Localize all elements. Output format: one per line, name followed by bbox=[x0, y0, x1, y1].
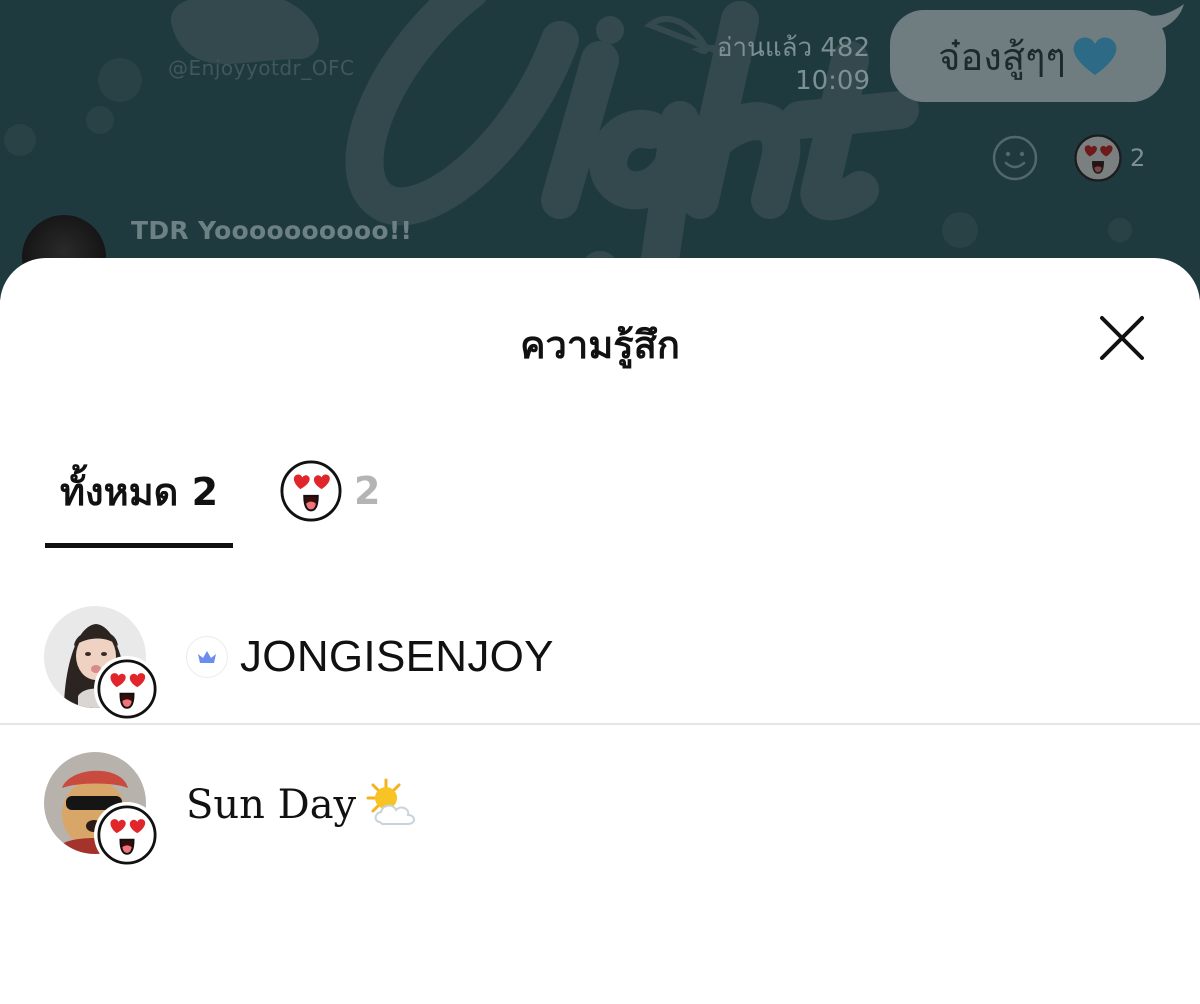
message-text: จ๋องสู้ๆๆ bbox=[938, 34, 1066, 79]
reaction-tabs: ทั้งหมด 2 2 bbox=[0, 433, 1200, 725]
read-status: อ่านแล้ว 482 bbox=[716, 33, 870, 63]
list-item[interactable]: Sun Day bbox=[0, 742, 1200, 868]
wallpaper-handle-text: @Enjoyyotdr_OFC bbox=[168, 56, 355, 80]
sender-name: TDR Yoooooooooo!! bbox=[131, 216, 413, 245]
blue-heart-icon bbox=[1072, 35, 1118, 77]
heart-eyes-face-icon bbox=[97, 805, 157, 865]
tab-all[interactable]: ทั้งหมด 2 bbox=[45, 433, 233, 549]
reaction-chip[interactable]: 2 bbox=[1074, 134, 1145, 182]
crown-icon bbox=[186, 636, 228, 678]
read-receipt: อ่านแล้ว 482 10:09 bbox=[717, 32, 870, 98]
add-reaction-icon[interactable] bbox=[992, 135, 1038, 181]
close-icon[interactable] bbox=[1094, 310, 1150, 366]
tabs-divider bbox=[0, 723, 1200, 725]
sun-behind-cloud-icon bbox=[366, 778, 415, 825]
active-tab-indicator bbox=[45, 543, 233, 548]
chat-background[interactable]: @Enjoyyotdr_OFC อ่านแล้ว 482 10:09 จ๋องส… bbox=[0, 0, 1200, 300]
tab-heart-eyes[interactable]: 2 bbox=[280, 433, 380, 549]
reactions-screen: @Enjoyyotdr_OFC อ่านแล้ว 482 10:09 จ๋องส… bbox=[0, 0, 1200, 1004]
heart-eyes-face-icon bbox=[1074, 134, 1122, 182]
reactions-sheet: ความรู้สึก ทั้งหมด 2 2 JONGISENJOY Sun D… bbox=[0, 258, 1200, 1004]
message-time: 10:09 bbox=[795, 66, 870, 96]
user-name: Sun Day bbox=[186, 782, 357, 828]
heart-eyes-face-icon bbox=[280, 460, 342, 522]
message-bubble[interactable]: จ๋องสู้ๆๆ bbox=[890, 10, 1166, 102]
list-item[interactable]: JONGISENJOY bbox=[0, 596, 1200, 722]
reaction-badge bbox=[94, 656, 160, 722]
heart-eyes-face-icon bbox=[97, 659, 157, 719]
tab-emoji-count: 2 bbox=[354, 469, 381, 513]
user-name: JONGISENJOY bbox=[240, 632, 554, 681]
reaction-count: 2 bbox=[1130, 144, 1146, 172]
sheet-title: ความรู้สึก bbox=[520, 323, 680, 367]
reaction-badge bbox=[94, 802, 160, 868]
